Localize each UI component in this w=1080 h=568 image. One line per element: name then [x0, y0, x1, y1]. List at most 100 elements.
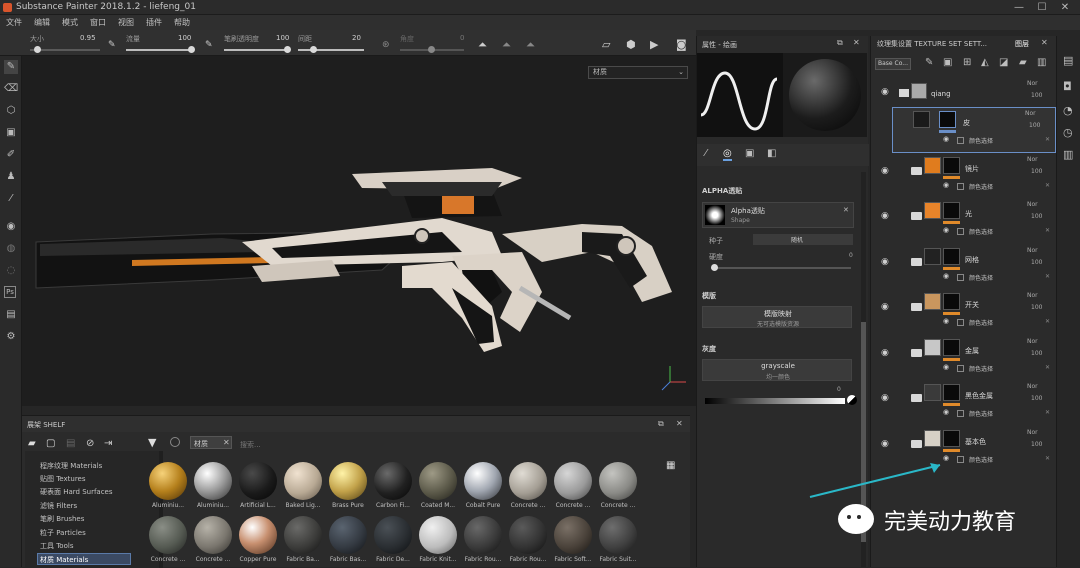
- sub-effect-row[interactable]: ◉ 颜色选择 ✕: [873, 381, 1055, 425]
- category-item[interactable]: 工具 Tools: [40, 541, 73, 551]
- eye-icon[interactable]: ◉: [943, 408, 949, 416]
- symmetry-icon[interactable]: ⏶: [478, 38, 487, 52]
- category-item[interactable]: 粒子 Particles: [40, 528, 86, 538]
- remove-alpha-icon[interactable]: ✕: [843, 206, 849, 214]
- seed-field[interactable]: 随机: [753, 234, 853, 245]
- sub-effect-row[interactable]: ◉ 颜色选择 ✕: [873, 154, 1055, 198]
- history-icon[interactable]: ◷: [1063, 126, 1073, 139]
- material-tile[interactable]: Fabric Rou...: [461, 516, 505, 563]
- color-swatch-icon[interactable]: [847, 395, 857, 405]
- effect-checkbox[interactable]: [957, 410, 964, 417]
- new-folder-icon[interactable]: ▢: [46, 438, 55, 449]
- material-tile[interactable]: Fabric Ba...: [281, 516, 325, 563]
- bake-icon[interactable]: ◍: [4, 242, 18, 256]
- undock-icon[interactable]: ⧉: [658, 419, 664, 429]
- group-blend[interactable]: Nor: [1027, 80, 1038, 87]
- material-tile[interactable]: Carbon Fi...: [371, 462, 415, 509]
- sub-effect-row[interactable]: ◉ 颜色选择 ✕: [873, 199, 1055, 243]
- channel-select[interactable]: Base Co...: [875, 58, 911, 70]
- settings-icon[interactable]: ⚙: [4, 330, 18, 344]
- menu-mode[interactable]: 模式: [62, 17, 78, 28]
- close-shelf-icon[interactable]: ✕: [676, 419, 683, 428]
- material-tile[interactable]: Fabric De...: [371, 516, 415, 563]
- category-item[interactable]: 程序纹理 Materials: [40, 461, 102, 471]
- remove-tag-icon[interactable]: ✕: [223, 438, 230, 447]
- stencil-button[interactable]: 模版映射 无可选模版资源: [702, 306, 852, 328]
- flow-value[interactable]: 100: [178, 34, 191, 42]
- category-item[interactable]: 硬表面 Hard Surfaces: [40, 487, 113, 497]
- screenshot-icon[interactable]: ◙: [676, 38, 687, 51]
- grayscale-slider[interactable]: [705, 398, 845, 404]
- color-picker-icon[interactable]: ⁄: [4, 192, 18, 206]
- material-tile[interactable]: Baked Lig...: [281, 462, 325, 509]
- menu-edit[interactable]: 编辑: [34, 17, 50, 28]
- effect-checkbox[interactable]: [957, 182, 964, 190]
- close-panel-icon[interactable]: ✕: [1041, 38, 1048, 47]
- minimize-button[interactable]: —: [1008, 1, 1030, 14]
- size-slider[interactable]: [30, 46, 100, 53]
- category-item[interactable]: 笔刷 Brushes: [40, 514, 84, 524]
- filter-icon[interactable]: ▼: [148, 436, 156, 449]
- effect-checkbox[interactable]: [957, 364, 964, 372]
- eye-icon[interactable]: ◉: [943, 226, 949, 234]
- material-tile[interactable]: Fabric Knit...: [416, 516, 460, 563]
- menu-window[interactable]: 窗口: [90, 17, 106, 28]
- remove-effect-icon[interactable]: ✕: [1045, 455, 1050, 462]
- material-tile[interactable]: Brass Pure: [326, 462, 370, 509]
- menu-help[interactable]: 帮助: [174, 17, 190, 28]
- undock-icon[interactable]: ⧉: [837, 38, 843, 48]
- stroke-opacity-slider[interactable]: [224, 46, 291, 53]
- menu-plugins[interactable]: 插件: [146, 17, 162, 28]
- material-tile[interactable]: Fabric Soft...: [551, 516, 595, 563]
- material-tab-icon[interactable]: ◧: [767, 148, 776, 159]
- smudge-icon[interactable]: ✐: [4, 148, 18, 162]
- angle-lock-icon[interactable]: ⊛: [382, 40, 390, 50]
- menu-file[interactable]: 文件: [6, 17, 22, 28]
- texture-set-list-icon[interactable]: ▤: [1063, 54, 1073, 67]
- alpha-slot[interactable]: Alpha透贴 Shape ✕: [702, 202, 854, 228]
- eye-icon[interactable]: ◉: [943, 363, 949, 371]
- viewport-material-select[interactable]: 材质 ⌄: [588, 66, 688, 79]
- effect-checkbox[interactable]: [957, 137, 964, 144]
- 3d-viewport[interactable]: [22, 56, 696, 406]
- maximize-button[interactable]: ☐: [1031, 1, 1053, 14]
- hide-icon[interactable]: ⊘: [86, 438, 94, 449]
- category-item[interactable]: 材质 Materials: [40, 555, 88, 565]
- close-button[interactable]: ✕: [1054, 1, 1076, 14]
- material-tile[interactable]: Fabric Rou...: [506, 516, 550, 563]
- material-tile[interactable]: Fabric Bas...: [326, 516, 370, 563]
- hardness-slider[interactable]: [711, 264, 851, 271]
- material-tile[interactable]: Coated M...: [416, 462, 460, 509]
- remove-effect-icon[interactable]: ✕: [1045, 318, 1050, 325]
- hardness-value[interactable]: 0: [849, 252, 853, 259]
- material-tile[interactable]: Artificial L...: [236, 462, 280, 509]
- eye-icon[interactable]: ◉: [943, 181, 949, 189]
- clone-icon[interactable]: ♟: [4, 170, 18, 184]
- brush-layer-icon[interactable]: ✎: [925, 57, 933, 68]
- paint-brush-icon[interactable]: ✎: [4, 60, 18, 74]
- category-item[interactable]: 滤镜 Filters: [40, 501, 77, 511]
- pen-pressure-icon-2[interactable]: ✎: [205, 40, 213, 50]
- close-panel-icon[interactable]: ✕: [853, 38, 860, 47]
- eye-icon[interactable]: ◉: [943, 135, 949, 143]
- tab-texture-set-settings[interactable]: 纹理集设置 TEXTURE SET SETT...: [877, 39, 987, 49]
- polygon-fill-icon[interactable]: ▣: [4, 126, 18, 140]
- angle-slider[interactable]: [400, 46, 464, 53]
- eye-icon[interactable]: ◉: [943, 317, 949, 325]
- lazy-mouse-icon[interactable]: ⏶: [526, 38, 535, 52]
- material-tile[interactable]: Concrete ...: [551, 462, 595, 509]
- eraser-icon[interactable]: ⌫: [4, 82, 18, 96]
- eye-icon[interactable]: ◉: [881, 87, 889, 97]
- effect-checkbox[interactable]: [957, 319, 964, 326]
- stencil-tab-icon[interactable]: ▣: [745, 148, 754, 159]
- filter-tag[interactable]: 材质 ✕: [190, 436, 232, 449]
- material-tile[interactable]: Aluminiu...: [191, 462, 235, 509]
- eye-icon[interactable]: ◉: [943, 272, 949, 280]
- effect-checkbox[interactable]: [957, 228, 964, 235]
- remove-effect-icon[interactable]: ✕: [1045, 364, 1050, 371]
- material-tile[interactable]: Fabric Suit...: [596, 516, 640, 563]
- flow-slider[interactable]: [126, 46, 195, 53]
- spacing-value[interactable]: 20: [352, 34, 361, 42]
- photoshop-icon[interactable]: Ps: [4, 286, 16, 298]
- filter-circle-icon[interactable]: [170, 437, 180, 447]
